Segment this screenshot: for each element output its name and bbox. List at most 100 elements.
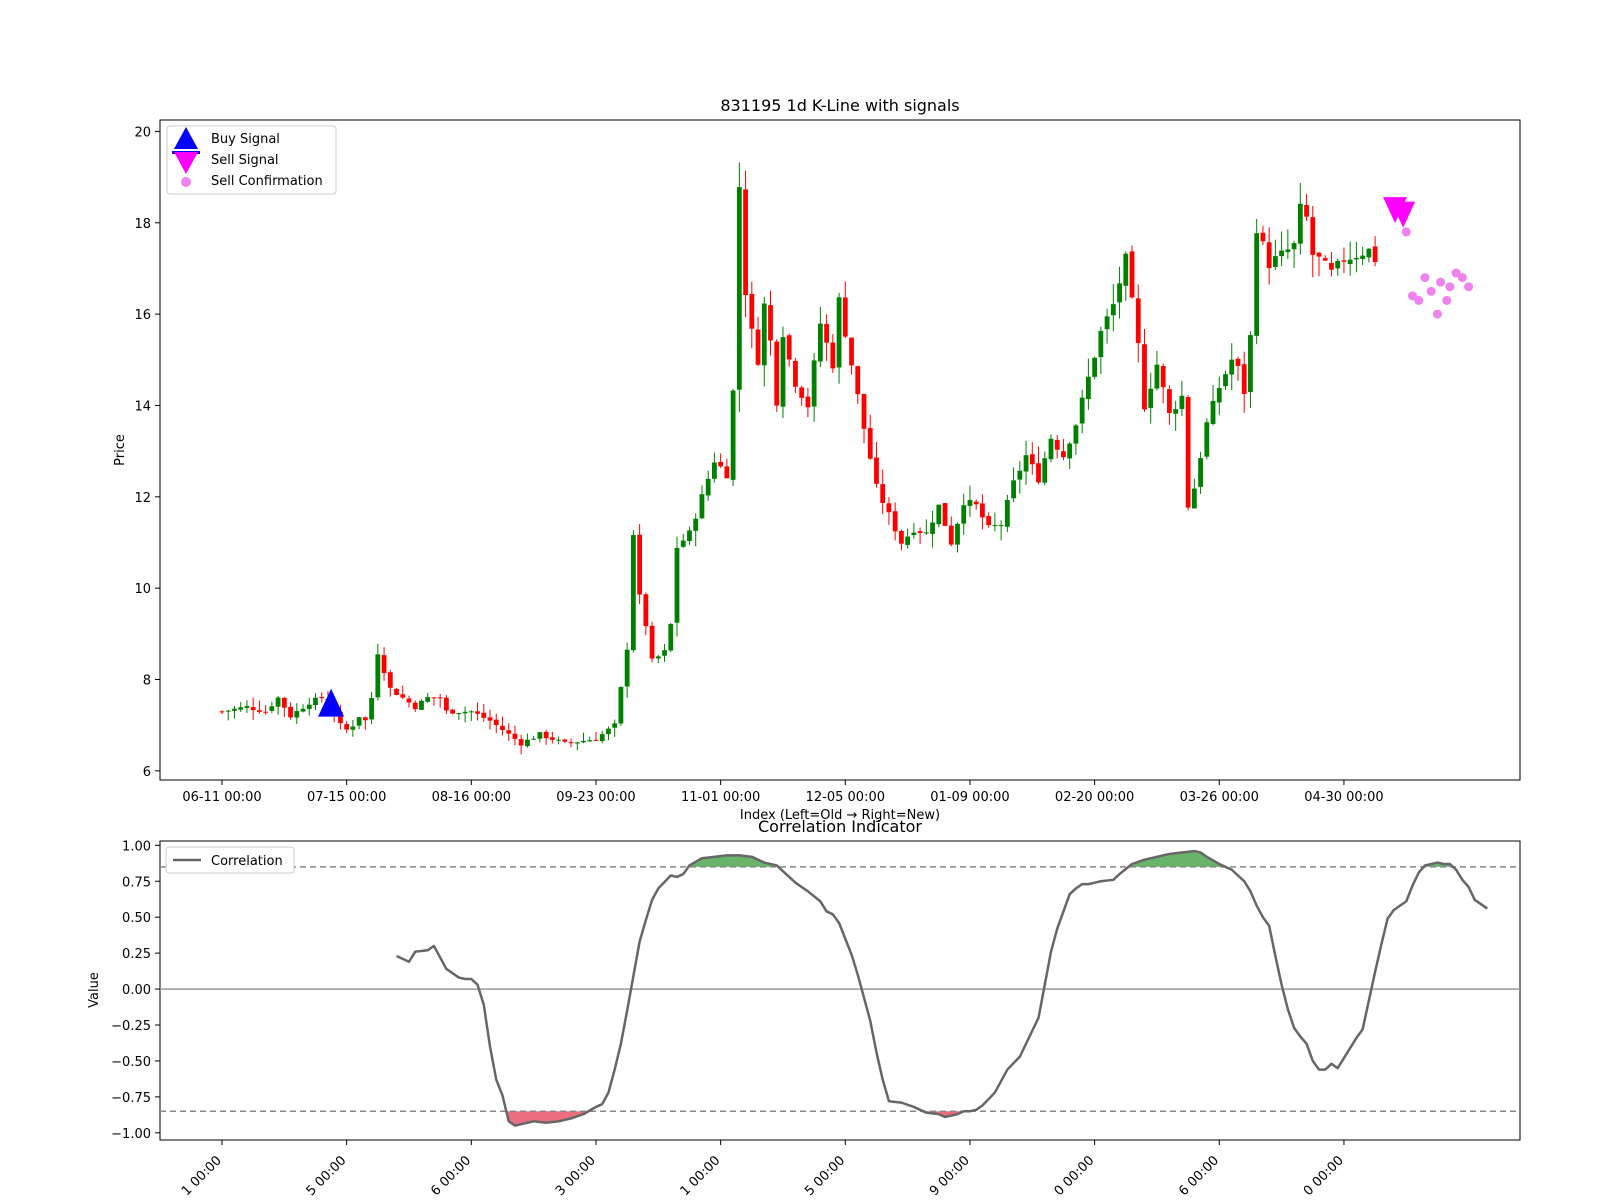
candle-body <box>643 594 649 627</box>
candle-body <box>1054 439 1060 450</box>
candle-body <box>655 656 661 659</box>
sell-confirmation-point <box>1401 227 1411 237</box>
candle-body <box>905 536 911 545</box>
candle-body <box>581 740 586 743</box>
kline-y-tick-label: 12 <box>134 491 151 506</box>
candle-body <box>1167 389 1172 414</box>
correlation-y-tick-label: −1.00 <box>111 1127 151 1142</box>
correlation-y-tick-label: −0.75 <box>111 1091 151 1106</box>
candle-body <box>543 731 549 739</box>
kline-y-tick-label: 14 <box>134 399 151 414</box>
candle-body <box>1304 205 1309 217</box>
candle-body <box>425 697 431 702</box>
candle-body <box>886 503 892 513</box>
candle-body <box>375 654 381 698</box>
correlation-x-tick-label: 3 00:00 <box>553 1153 599 1199</box>
candle-body <box>381 655 387 674</box>
kline-y-tick-label: 18 <box>134 217 151 232</box>
sell-confirmation-point <box>1442 295 1452 305</box>
candle-body <box>1191 488 1197 509</box>
correlation-x-tick-label: 0 00:00 <box>1052 1153 1098 1199</box>
sell-confirmation-point <box>1432 309 1442 319</box>
candle-body <box>587 740 593 742</box>
candle-body <box>350 726 356 730</box>
candle-body <box>1029 454 1035 465</box>
candle-body <box>1173 409 1179 414</box>
candle-body <box>443 697 449 711</box>
candle-body <box>1135 298 1141 344</box>
candle-body <box>755 329 761 365</box>
candle-body <box>1004 500 1010 527</box>
candle-body <box>1210 400 1216 424</box>
candle-body <box>450 709 456 714</box>
candle-body <box>525 739 530 747</box>
candle-body <box>1241 364 1247 394</box>
kline-y-tick-label: 8 <box>143 674 151 689</box>
candle-body <box>1329 262 1334 270</box>
correlation-x-tick-label: 9 00:00 <box>927 1153 973 1199</box>
candle-body <box>836 297 842 368</box>
candle-body <box>955 523 960 545</box>
kline-panel: 6 8 10 12 14 16 18 20 06-11 00:00 07-15 00:00 08-… <box>113 96 1521 823</box>
kline-y-axis: 6 8 10 12 14 16 18 20 <box>134 125 160 780</box>
correlation-title: Correlation Indicator <box>758 817 922 836</box>
candle-body <box>1185 397 1191 508</box>
legend-correlation: Correlation <box>211 854 283 869</box>
correlation-x-tick-label: 1 00:00 <box>678 1153 724 1199</box>
candle-body <box>824 323 830 343</box>
candle-body <box>892 511 898 532</box>
candle-body <box>1085 376 1091 400</box>
candle-body <box>774 341 780 406</box>
legend-sell-confirmation: Sell Confirmation <box>211 174 323 189</box>
candle-body <box>1316 252 1322 257</box>
candle-body <box>500 725 505 731</box>
candle-body <box>942 503 948 526</box>
figure: 6 8 10 12 14 16 18 20 06-11 00:00 07-15 00:00 08-… <box>87 96 1521 1199</box>
candle-body <box>911 532 917 536</box>
candle-body <box>1092 357 1098 377</box>
kline-title: 831195 1d K-Line with signals <box>720 96 959 115</box>
candle-body <box>238 707 244 710</box>
candle-body <box>1142 344 1147 410</box>
candle-body <box>718 461 724 467</box>
candle-body <box>649 625 655 659</box>
kline-x-tick-label: 07-15 00:00 <box>307 790 386 805</box>
candle-body <box>799 387 805 398</box>
correlation-x-tick-label: 5 00:00 <box>304 1153 350 1199</box>
candle-body <box>356 717 362 726</box>
candle-body <box>362 717 368 721</box>
candle-body <box>1098 330 1104 358</box>
candle-body <box>593 739 599 741</box>
legend-sell-signal: Sell Signal <box>211 153 279 168</box>
candle-body <box>574 742 580 744</box>
candle-body <box>1285 249 1291 253</box>
candle-body <box>793 360 798 387</box>
correlation-panel: −1.00 −0.75 −0.50 −0.25 0.00 0.25 0.50 0.75 1.00… <box>87 817 1521 1199</box>
candle-body <box>512 733 518 739</box>
correlation-y-tick-label: 0.00 <box>122 983 151 998</box>
candle-body <box>406 698 412 703</box>
candle-body <box>549 737 555 740</box>
correlation-plot-area <box>159 840 1521 1141</box>
candle-body <box>1216 387 1222 403</box>
candle-body <box>294 710 300 718</box>
candle-body <box>1235 358 1241 366</box>
candle-body <box>855 366 861 395</box>
correlation-x-tick-label: 1 00:00 <box>179 1153 225 1199</box>
candle-body <box>1067 443 1073 459</box>
correlation-y-label: Value <box>87 972 102 1008</box>
candle-body <box>275 697 281 707</box>
sell-confirmation-point <box>1420 273 1430 283</box>
candle-body <box>805 396 811 408</box>
candle-body <box>1366 248 1372 258</box>
candle-body <box>319 696 325 699</box>
candle-body <box>1061 451 1066 458</box>
candle-body <box>225 710 231 712</box>
candle-body <box>1279 250 1285 257</box>
sell-confirmation-point <box>1464 282 1474 292</box>
candle-body <box>637 534 643 595</box>
sell-confirmation-marker-icon <box>181 177 191 187</box>
candle-body <box>431 697 437 699</box>
candle-body <box>1310 217 1316 255</box>
candle-body <box>630 535 636 651</box>
